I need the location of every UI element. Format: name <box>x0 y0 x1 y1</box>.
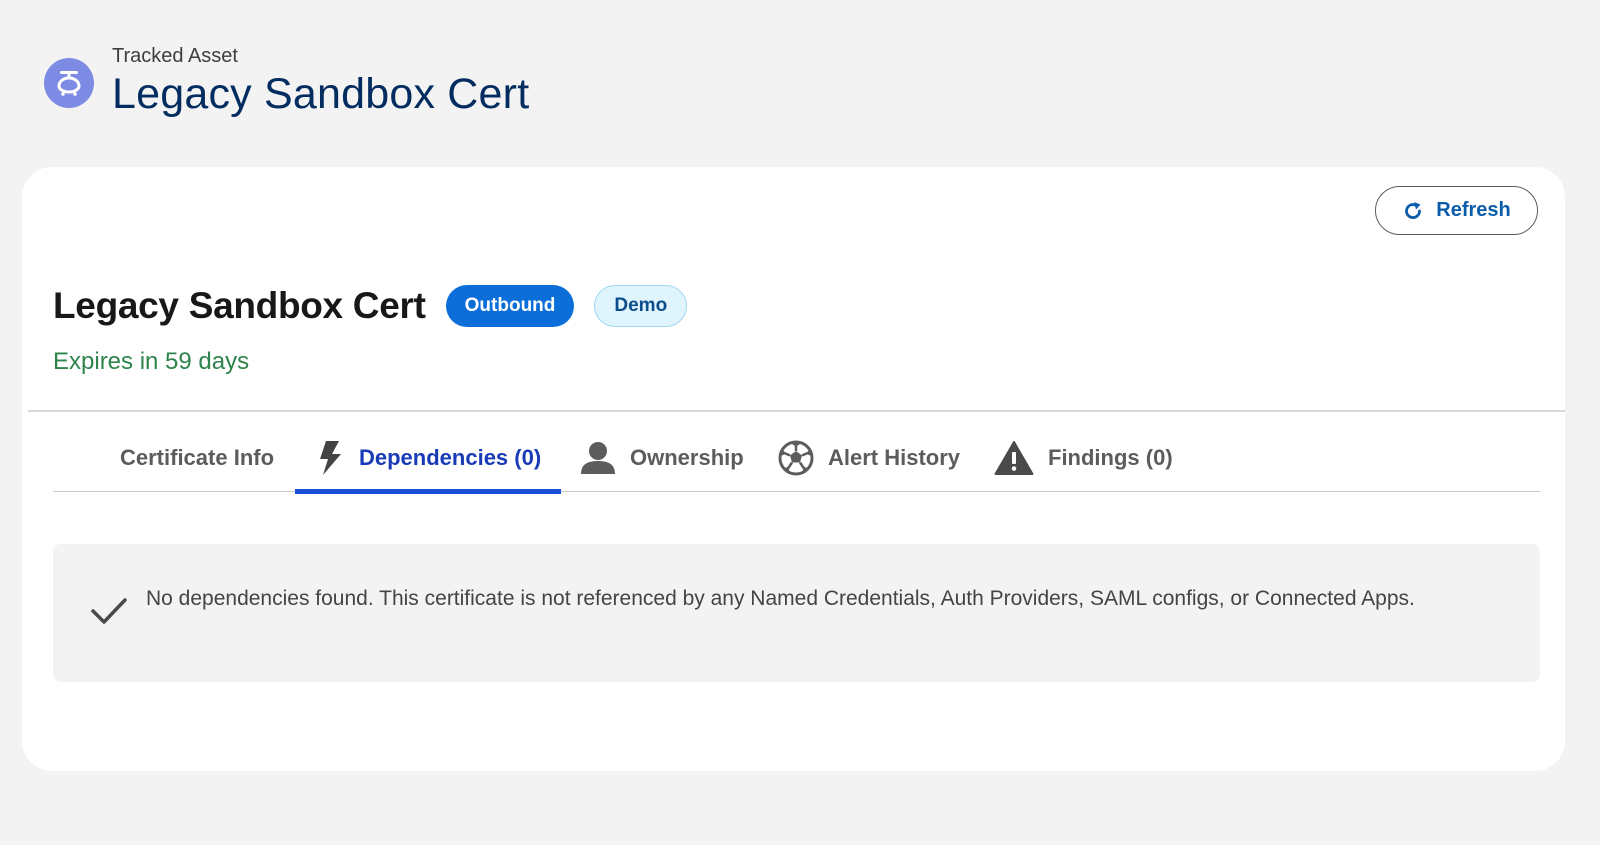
expiry-status: Expires in 59 days <box>53 348 250 375</box>
badge-outbound: Outbound <box>445 285 575 327</box>
refresh-icon <box>1405 201 1422 219</box>
tracked-asset-icon <box>44 58 94 108</box>
tab-label: Ownership <box>630 444 744 470</box>
empty-state-message: No dependencies found. This certificate … <box>146 587 1415 610</box>
tab-label: Certificate Info <box>120 444 275 470</box>
header-text: Tracked Asset Legacy Sandbox Cert <box>112 44 529 120</box>
tab-label: Dependencies (0) <box>359 444 542 470</box>
tab-bar: Certificate Info Dependencies (0) Owners… <box>53 435 1540 494</box>
record-title: Legacy Sandbox Cert <box>53 285 426 326</box>
record-title-row: Legacy Sandbox Cert Outbound Demo <box>53 285 688 327</box>
tab-label: Alert History <box>828 444 961 470</box>
refresh-button[interactable]: Refresh <box>1375 186 1538 235</box>
page-header: Tracked Asset Legacy Sandbox Cert <box>44 44 529 120</box>
empty-state: No dependencies found. This certificate … <box>53 544 1540 682</box>
tab-label: Findings (0) <box>1048 444 1173 470</box>
record-card: Refresh Legacy Sandbox Cert Outbound Dem… <box>22 167 1565 771</box>
tab-dependencies[interactable]: Dependencies (0) <box>294 435 562 494</box>
header-divider <box>28 410 1565 412</box>
page-eyebrow: Tracked Asset <box>112 45 238 67</box>
tab-findings[interactable]: Findings (0) <box>994 435 1173 492</box>
tab-certificate-info[interactable]: Certificate Info <box>120 435 274 492</box>
warning-icon <box>994 440 1034 475</box>
checkmark-icon <box>91 598 127 624</box>
tab-alert-history[interactable]: Alert History <box>778 435 960 492</box>
badge-demo: Demo <box>594 285 688 327</box>
user-icon <box>581 441 615 474</box>
lightning-bolt-icon <box>320 440 341 475</box>
page-title: Legacy Sandbox Cert <box>112 70 530 118</box>
refresh-label: Refresh <box>1436 199 1511 221</box>
tab-ownership[interactable]: Ownership <box>580 435 744 492</box>
soccer-ball-icon <box>778 440 814 475</box>
